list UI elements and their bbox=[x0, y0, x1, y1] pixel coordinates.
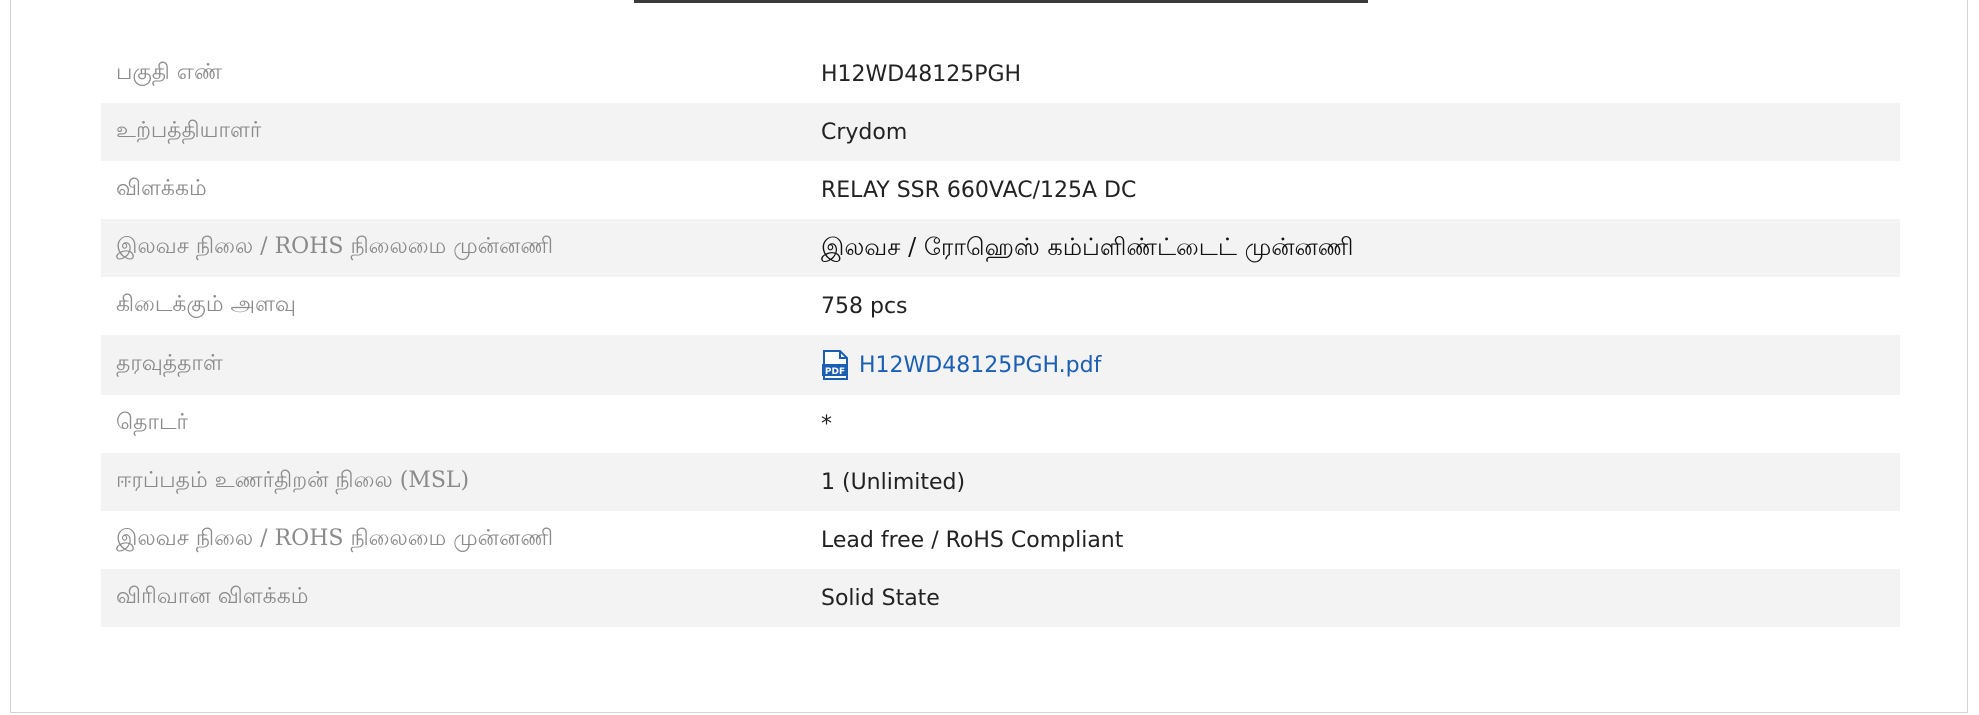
spec-row-description: விளக்கம் RELAY SSR 660VAC/125A DC bbox=[101, 161, 1900, 219]
spec-row-lead-free-status: இலவச நிலை / ROHS நிலைமை முன்னணி இலவச / ர… bbox=[101, 219, 1900, 277]
product-details-panel: பகுதி எண் H12WD48125PGH உற்பத்தியாளர் Cr… bbox=[10, 0, 1968, 713]
spec-label: கிடைக்கும் அளவு bbox=[116, 292, 296, 317]
spec-value-detailed-description: Solid State bbox=[821, 585, 940, 611]
spec-value-manufacturer: Crydom bbox=[821, 119, 908, 145]
datasheet-pdf-link[interactable]: PDF H12WD48125PGH.pdf bbox=[821, 350, 1101, 380]
spec-label: உற்பத்தியாளர் bbox=[116, 118, 262, 143]
spec-value-rohs-status: Lead free / RoHS Compliant bbox=[821, 527, 1124, 553]
spec-label: பகுதி எண் bbox=[116, 60, 222, 85]
spec-value-lead-free-status: இலவச / ரோஹெஸ் கம்ப்ளிண்ட்டைட் முன்னணி bbox=[821, 232, 1354, 261]
spec-label: ஈரப்பதம் உணர்திறன் நிலை (MSL) bbox=[116, 468, 470, 493]
spec-value-series: * bbox=[821, 411, 832, 437]
svg-text:PDF: PDF bbox=[825, 367, 845, 377]
spec-label: இலவச நிலை / ROHS நிலைமை முன்னணி bbox=[116, 526, 554, 551]
spec-row-part-number: பகுதி எண் H12WD48125PGH bbox=[101, 45, 1900, 103]
spec-row-manufacturer: உற்பத்தியாளர் Crydom bbox=[101, 103, 1900, 161]
datasheet-filename: H12WD48125PGH.pdf bbox=[859, 352, 1102, 378]
spec-row-msl: ஈரப்பதம் உணர்திறன் நிலை (MSL) 1 (Unlimit… bbox=[101, 453, 1900, 511]
specifications-table: பகுதி எண் H12WD48125PGH உற்பத்தியாளர் Cr… bbox=[101, 45, 1900, 627]
pdf-file-icon: PDF bbox=[821, 350, 849, 380]
spec-row-series: தொடர் * bbox=[101, 395, 1900, 453]
spec-value-part-number: H12WD48125PGH bbox=[821, 61, 1022, 87]
spec-row-rohs-status: இலவச நிலை / ROHS நிலைமை முன்னணி Lead fre… bbox=[101, 511, 1900, 569]
spec-label: இலவச நிலை / ROHS நிலைமை முன்னணி bbox=[116, 234, 554, 259]
spec-label: தொடர் bbox=[116, 410, 188, 435]
spec-label: விரிவான விளக்கம் bbox=[116, 584, 309, 609]
spec-label: விளக்கம் bbox=[116, 176, 207, 201]
section-divider bbox=[634, 0, 1368, 3]
spec-value-datasheet: PDF H12WD48125PGH.pdf bbox=[821, 350, 1900, 380]
spec-row-detailed-description: விரிவான விளக்கம் Solid State bbox=[101, 569, 1900, 627]
spec-value-description: RELAY SSR 660VAC/125A DC bbox=[821, 177, 1137, 203]
spec-label: தரவுத்தாள் bbox=[116, 351, 223, 376]
spec-row-available-quantity: கிடைக்கும் அளவு 758 pcs bbox=[101, 277, 1900, 335]
spec-row-datasheet: தரவுத்தாள் PDF H12WD48125PGH.pdf bbox=[101, 335, 1900, 395]
spec-value-msl: 1 (Unlimited) bbox=[821, 469, 966, 495]
spec-value-available-quantity: 758 pcs bbox=[821, 293, 908, 319]
